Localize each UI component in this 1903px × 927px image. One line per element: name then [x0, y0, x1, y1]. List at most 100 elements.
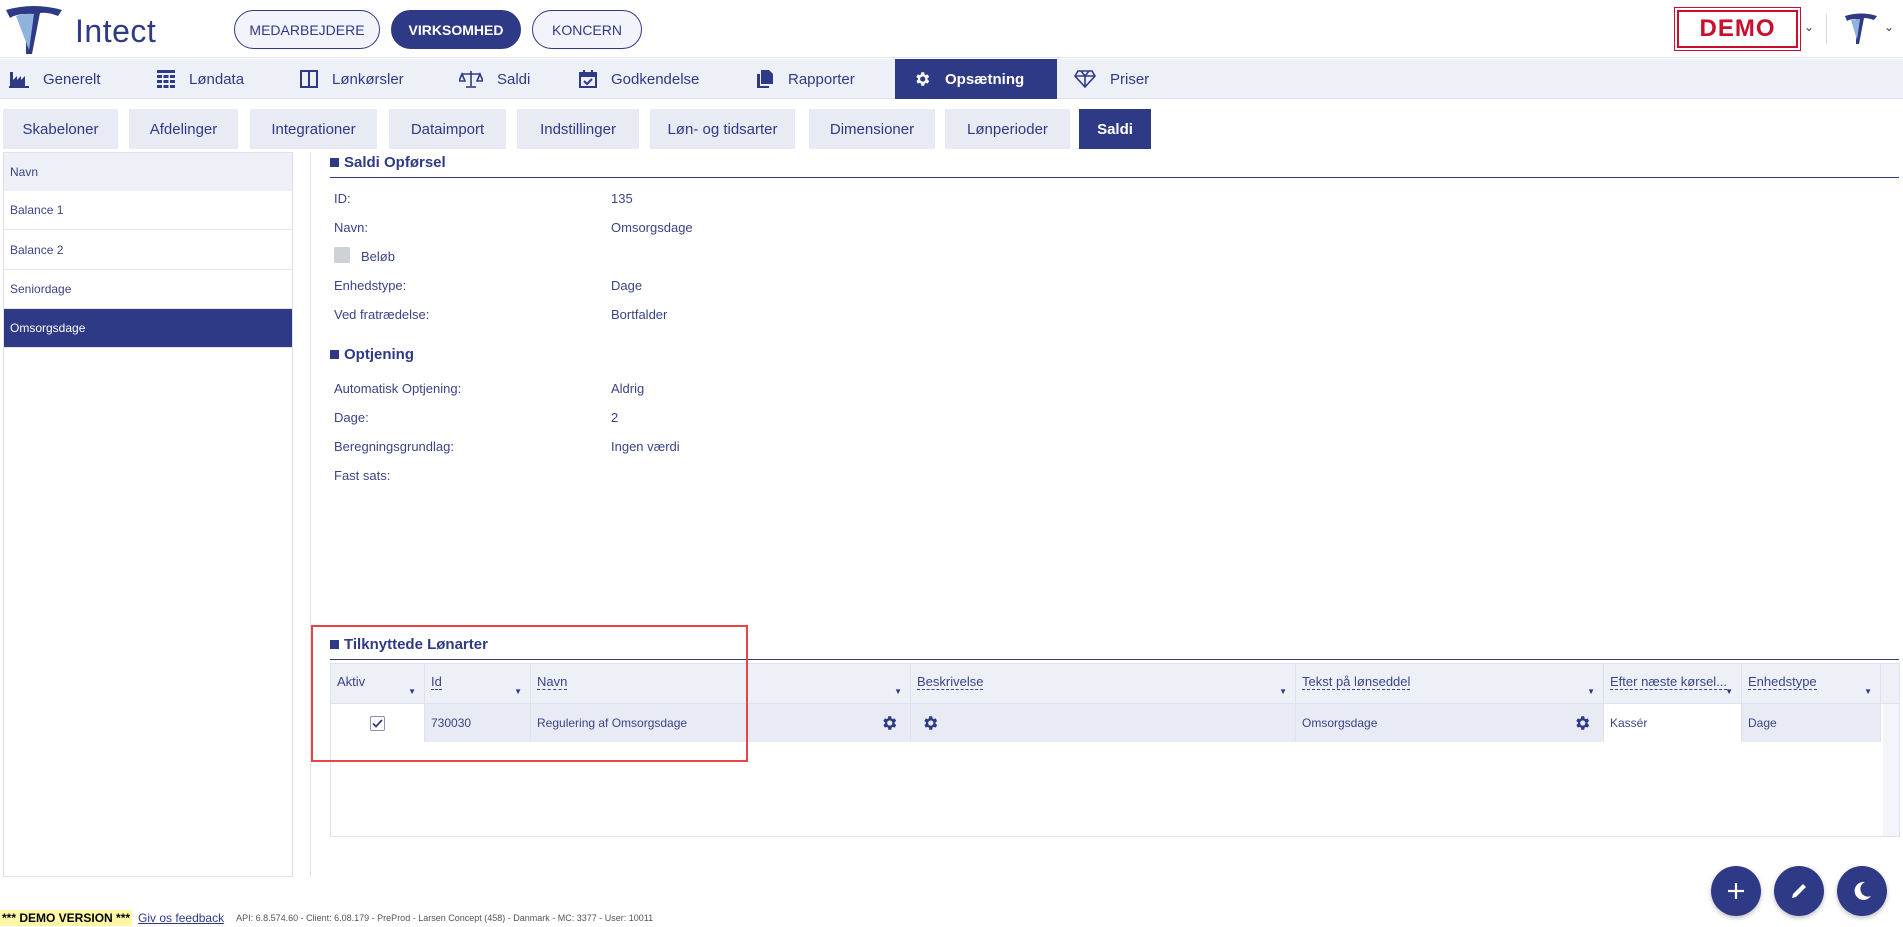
col-label: Enhedstype [1748, 674, 1817, 690]
fast-sats-label: Fast sats: [334, 468, 391, 483]
tab-dimensioner[interactable]: Dimensioner [809, 109, 935, 149]
scale-icon [459, 71, 483, 88]
id-value: 135 [611, 191, 633, 206]
filter-icon[interactable]: ▼ [1279, 687, 1287, 696]
demo-version-label: *** DEMO VERSION *** [0, 910, 133, 926]
nav-priser[interactable]: Priser [1074, 59, 1194, 99]
filter-icon[interactable]: ▼ [1587, 687, 1595, 696]
nav-londata[interactable]: Løndata [157, 59, 287, 99]
enhedstype-value: Dage [611, 278, 643, 293]
add-button[interactable] [1711, 866, 1761, 916]
section-saldi-opforsel: Saldi Opførsel [330, 154, 446, 171]
section-optjening: Optjening [330, 346, 414, 363]
tab-indstillinger[interactable]: Indstillinger [517, 109, 639, 149]
tekst-cell: Omsorgsdage [1296, 704, 1604, 742]
gear-icon[interactable] [880, 714, 898, 732]
grid-icon [157, 70, 175, 88]
factory-icon [9, 72, 29, 88]
fratraedelse-label: Ved fratrædelse: [334, 307, 430, 322]
dark-mode-button[interactable] [1837, 866, 1887, 916]
feedback-link[interactable]: Giv os feedback [138, 911, 224, 925]
top-header: Intect MEDARBEJDERE VIRKSOMHED KONCERN D… [0, 0, 1903, 58]
nav-label: Saldi [497, 70, 531, 88]
col-tekst[interactable]: Tekst på lønseddel ▼ [1296, 664, 1604, 704]
tab-lon-og-tidsarter[interactable]: Løn- og tidsarter [650, 109, 795, 149]
logo-text: Intect [75, 13, 157, 49]
tekst-text: Omsorgsdage [1302, 716, 1378, 730]
nav-lonkorsler[interactable]: Lønkørsler [300, 59, 440, 99]
filter-icon[interactable]: ▼ [1864, 687, 1872, 696]
navn-value: Omsorgsdage [611, 220, 693, 235]
saldi-list: Navn Balance 1 Balance 2 Seniordage Omso… [3, 152, 293, 877]
pencil-icon [1792, 884, 1806, 898]
col-label: Beskrivelse [917, 674, 984, 690]
tab-dataimport[interactable]: Dataimport [389, 109, 506, 149]
belob-checkbox[interactable] [334, 247, 350, 263]
chevron-down-icon[interactable]: ⌄ [1804, 20, 1814, 34]
col-label: Efter næste kørsel... [1610, 674, 1728, 690]
tab-saldi[interactable]: Saldi [1079, 109, 1151, 149]
diamond-icon [1074, 70, 1096, 88]
col-beskrivelse[interactable]: Beskrivelse ▼ [911, 664, 1296, 704]
calendar-check-icon [579, 70, 597, 88]
nav-label: Priser [1110, 70, 1150, 88]
segment-virksomhed[interactable]: VIRKSOMHED [391, 10, 521, 49]
nav-generelt[interactable]: Generelt [9, 59, 149, 99]
main-nav: Generelt Løndata Lønkørsler Saldi Godken… [0, 59, 1903, 99]
nav-saldi[interactable]: Saldi [459, 59, 569, 99]
enhedstype-label: Enhedstype: [334, 278, 407, 293]
tab-afdelinger[interactable]: Afdelinger [129, 109, 238, 149]
list-item-selected[interactable]: Omsorgsdage [4, 309, 292, 348]
intect-logo[interactable]: Intect [4, 4, 184, 56]
fratraedelse-value: Bortfalder [611, 307, 668, 322]
columns-icon [300, 70, 318, 88]
section-title: Optjening [344, 346, 414, 363]
list-item[interactable]: Seniordage [4, 270, 292, 309]
version-info: API: 6.8.574.60 - Client: 6.08.179 - Pre… [236, 913, 654, 923]
tab-integrationer[interactable]: Integrationer [250, 109, 377, 149]
dage-value: 2 [611, 410, 619, 425]
nav-label: Godkendelse [611, 70, 700, 88]
demo-badge: DEMO [1674, 7, 1801, 51]
beskrivelse-cell [911, 704, 1296, 742]
nav-opsaetning[interactable]: Opsætning [895, 59, 1057, 99]
col-efter[interactable]: Efter næste kørsel... ▼ [1604, 664, 1742, 704]
filter-icon[interactable]: ▼ [1725, 687, 1733, 696]
nav-label: Lønkørsler [332, 70, 404, 88]
gear-icon[interactable] [1573, 714, 1591, 732]
auto-optjening-value: Aldrig [611, 381, 645, 396]
user-menu-icon[interactable] [1844, 12, 1878, 46]
nav-godkendelse[interactable]: Godkendelse [579, 59, 729, 99]
highlight-box [311, 625, 748, 762]
segment-koncern[interactable]: KONCERN [532, 10, 642, 49]
filter-icon[interactable]: ▼ [894, 687, 902, 696]
section-rule [330, 177, 1899, 178]
edit-button[interactable] [1774, 866, 1824, 916]
nav-label: Opsætning [945, 70, 1025, 88]
beregningsgrundlag-label: Beregningsgrundlag: [334, 439, 454, 454]
nav-label: Løndata [189, 70, 245, 88]
auto-optjening-label: Automatisk Optjening: [334, 381, 462, 396]
col-enhedstype[interactable]: Enhedstype ▼ [1742, 664, 1881, 704]
id-label: ID: [334, 191, 351, 206]
list-item[interactable]: Balance 2 [4, 231, 292, 270]
plus-icon [1728, 883, 1744, 899]
nav-label: Rapporter [788, 70, 855, 88]
section-title: Saldi Opførsel [344, 154, 446, 171]
beregningsgrundlag-value: Ingen værdi [611, 439, 680, 454]
list-header[interactable]: Navn [4, 153, 292, 191]
segment-medarbejdere[interactable]: MEDARBEJDERE [234, 10, 380, 49]
gear-icon [916, 72, 930, 86]
belob-label: Beløb [361, 249, 395, 264]
list-item[interactable]: Balance 1 [4, 191, 292, 230]
panel-divider [310, 152, 311, 877]
nav-rapporter[interactable]: Rapporter [756, 59, 896, 99]
efter-cell[interactable]: Kassér [1604, 704, 1742, 742]
tab-skabeloner[interactable]: Skabeloner [3, 109, 118, 149]
enhedstype-cell: Dage [1742, 704, 1881, 742]
grid-scrollbar[interactable] [1883, 704, 1899, 836]
chevron-down-icon[interactable]: ⌄ [1884, 20, 1894, 34]
gear-icon[interactable] [921, 714, 939, 732]
dage-label: Dage: [334, 410, 369, 425]
tab-lonperioder[interactable]: Lønperioder [945, 109, 1070, 149]
